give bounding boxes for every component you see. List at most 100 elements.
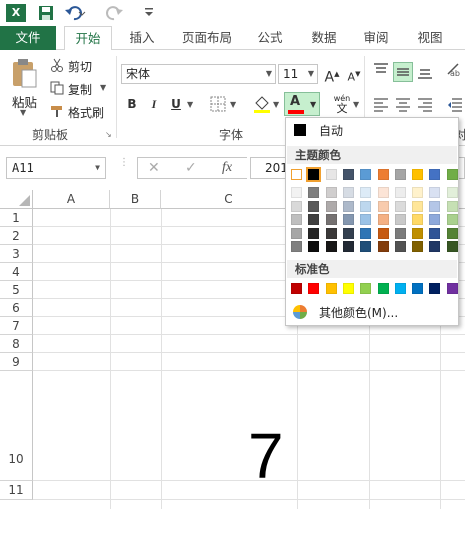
theme-color-swatch[interactable] [291, 169, 302, 180]
theme-color-swatch[interactable] [412, 169, 424, 180]
row-header[interactable]: 4 [0, 263, 33, 281]
grow-font-button[interactable]: A▲ [322, 64, 342, 86]
theme-shade-swatch[interactable] [394, 241, 406, 252]
align-top-icon[interactable] [373, 62, 389, 78]
standard-color-swatch[interactable] [429, 283, 441, 294]
row-header[interactable]: 5 [0, 281, 33, 299]
standard-color-swatch[interactable] [377, 283, 389, 294]
column-header[interactable]: A [33, 190, 110, 209]
fill-color-dropdown-icon[interactable]: ▼ [273, 100, 279, 109]
theme-shade-swatch[interactable] [446, 200, 458, 212]
theme-shade-swatch[interactable] [394, 187, 406, 198]
row-header[interactable]: 3 [0, 245, 33, 263]
theme-shade-swatch[interactable] [394, 214, 406, 225]
theme-shade-swatch[interactable] [291, 200, 302, 212]
align-bottom-icon[interactable] [417, 64, 433, 80]
align-middle-icon[interactable] [393, 62, 413, 82]
cancel-icon[interactable]: ✕ [148, 160, 160, 176]
theme-shade-swatch[interactable] [308, 214, 320, 225]
formula-bar-splitter-icon[interactable]: ⋮ [119, 158, 129, 176]
paste-icon[interactable] [10, 58, 38, 88]
clipboard-launcher-icon[interactable]: ↘ [105, 130, 112, 139]
shrink-font-button[interactable]: A▼ [344, 64, 364, 84]
theme-shade-swatch[interactable] [412, 187, 424, 198]
theme-shade-swatch[interactable] [377, 241, 389, 252]
theme-color-swatch[interactable] [306, 167, 322, 182]
theme-shade-swatch[interactable] [429, 200, 441, 212]
theme-shade-swatch[interactable] [360, 187, 372, 198]
theme-color-swatch[interactable] [446, 169, 458, 180]
theme-shade-swatch[interactable] [429, 214, 441, 225]
theme-shade-swatch[interactable] [342, 214, 354, 225]
more-colors-item[interactable]: 其他颜色(M)... [287, 301, 457, 323]
theme-color-swatch[interactable] [377, 169, 389, 180]
tab-home[interactable]: 开始 [64, 26, 112, 51]
save-icon[interactable] [38, 5, 54, 21]
cut-button[interactable]: 剪切 [68, 58, 92, 75]
theme-shade-swatch[interactable] [412, 200, 424, 212]
standard-color-swatch[interactable] [291, 283, 302, 294]
orientation-icon[interactable]: ab [446, 62, 464, 78]
theme-shade-swatch[interactable] [325, 200, 337, 212]
font-name-combo[interactable]: 宋体 ▼ [121, 64, 276, 84]
redo-icon[interactable] [104, 4, 126, 22]
row-header[interactable]: 1 [0, 209, 33, 227]
align-left-icon[interactable] [373, 96, 389, 112]
theme-shade-swatch[interactable] [429, 227, 441, 239]
italic-button[interactable]: I [144, 94, 164, 114]
underline-dropdown-icon[interactable]: ▼ [187, 100, 193, 109]
row-header[interactable]: 7 [0, 317, 33, 335]
theme-shade-swatch[interactable] [308, 187, 320, 198]
copy-dropdown-icon[interactable]: ▼ [100, 83, 106, 92]
decrease-indent-icon[interactable] [447, 96, 463, 112]
tab-file[interactable]: 文件 [0, 26, 56, 50]
row-header[interactable]: 8 [0, 335, 33, 353]
tab-data[interactable]: 数据 [306, 26, 342, 50]
theme-color-swatch[interactable] [342, 169, 354, 180]
align-right-icon[interactable] [417, 96, 433, 112]
theme-shade-swatch[interactable] [308, 241, 320, 252]
row-header[interactable]: 11 [0, 481, 33, 500]
standard-color-swatch[interactable] [446, 283, 458, 294]
tab-review[interactable]: 审阅 [358, 26, 394, 50]
standard-color-swatch[interactable] [342, 283, 354, 294]
tab-page-layout[interactable]: 页面布局 [176, 26, 238, 50]
theme-shade-swatch[interactable] [342, 200, 354, 212]
row-header[interactable]: 10 [0, 371, 33, 481]
paste-dropdown-icon[interactable]: ▼ [20, 108, 26, 117]
theme-shade-swatch[interactable] [446, 187, 458, 198]
theme-shade-swatch[interactable] [342, 187, 354, 198]
theme-shade-swatch[interactable] [342, 241, 354, 252]
theme-shade-swatch[interactable] [429, 241, 441, 252]
theme-shade-swatch[interactable] [360, 214, 372, 225]
theme-shade-swatch[interactable] [446, 241, 458, 252]
theme-shade-swatch[interactable] [291, 187, 302, 198]
theme-shade-swatch[interactable] [308, 200, 320, 212]
theme-shade-swatch[interactable] [325, 241, 337, 252]
underline-button[interactable]: U [166, 94, 186, 114]
copy-button[interactable]: 复制 [68, 81, 92, 98]
standard-color-swatch[interactable] [308, 283, 320, 294]
border-dropdown-icon[interactable]: ▼ [230, 100, 236, 109]
theme-shade-swatch[interactable] [412, 241, 424, 252]
font-size-combo[interactable]: 11 ▼ [278, 64, 318, 84]
bold-button[interactable]: B [122, 94, 142, 114]
format-painter-button[interactable]: 格式刷 [68, 104, 104, 121]
standard-color-swatch[interactable] [325, 283, 337, 294]
theme-shade-swatch[interactable] [325, 187, 337, 198]
standard-color-swatch[interactable] [394, 283, 406, 294]
automatic-color-item[interactable]: 自动 [287, 119, 457, 141]
theme-shade-swatch[interactable] [291, 241, 302, 252]
theme-color-swatch[interactable] [429, 169, 441, 180]
tab-insert[interactable]: 插入 [124, 26, 160, 50]
theme-shade-swatch[interactable] [377, 187, 389, 198]
theme-shade-swatch[interactable] [446, 214, 458, 225]
theme-shade-swatch[interactable] [394, 227, 406, 239]
theme-color-swatch[interactable] [360, 169, 372, 180]
insert-function-icon[interactable]: fx [222, 160, 232, 176]
theme-shade-swatch[interactable] [377, 214, 389, 225]
standard-color-swatch[interactable] [412, 283, 424, 294]
column-header[interactable]: C [161, 190, 297, 209]
column-header[interactable]: B [110, 190, 161, 209]
theme-shade-swatch[interactable] [360, 241, 372, 252]
